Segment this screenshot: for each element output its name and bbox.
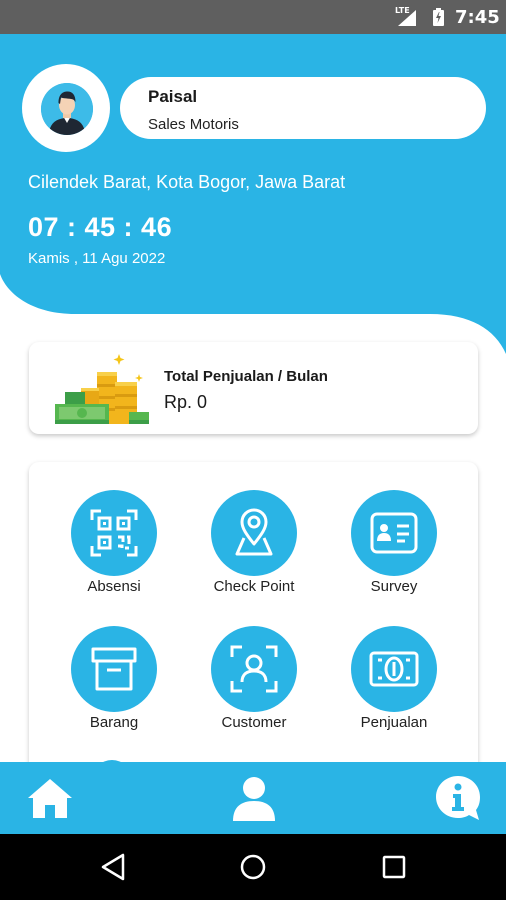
home-icon [28,779,72,818]
avatar[interactable] [41,83,93,135]
nav-home-button[interactable] [26,774,74,822]
sales-summary-card: Total Penjualan / Bulan Rp. 0 [29,342,478,434]
user-name: Paisal [148,87,198,106]
map-pin-icon [235,508,273,556]
system-back-button[interactable] [99,852,129,882]
user-role: Sales Motoris [148,116,239,133]
menu-item-check-point[interactable]: Check Point [189,490,319,610]
nav-profile-button[interactable] [230,774,278,822]
menu-label-barang: Barang [89,714,139,731]
money-stack-icon [55,354,149,424]
recents-square-icon [382,855,406,879]
menu-item-customer[interactable]: Customer [189,626,319,746]
customer-circle [211,626,297,712]
signal-icon [398,10,416,26]
survey-circle [351,490,437,576]
system-home-button[interactable] [238,852,268,882]
id-card-icon [370,512,418,554]
system-navigation-bar [0,834,506,900]
menu-label-penjualan: Penjualan [360,714,428,731]
status-time: 7:45 [455,7,500,28]
battery-charging-icon [433,8,444,26]
location-text: Cilendek Barat, Kota Bogor, Jawa Barat [28,172,346,192]
menu-label-absensi: Absensi [87,578,141,595]
absensi-circle [71,490,157,576]
barang-circle [71,626,157,712]
status-bar: LTE 7:45 [0,0,506,34]
user-info-card: Paisal Sales Motoris [120,77,486,139]
archive-box-icon [91,647,137,691]
system-recents-button[interactable] [379,852,409,882]
menu-label-check-point: Check Point [213,578,295,595]
back-triangle-icon [101,853,125,881]
info-icon [436,776,480,820]
profile-icon [233,777,275,821]
bottom-navigation [0,762,506,834]
clock: 07 : 45 : 46 [28,212,173,242]
menu-item-absensi[interactable]: Absensi [49,490,179,610]
sales-value: Rp. 0 [164,392,208,412]
user-scan-icon [230,645,278,693]
menu-label-customer: Customer [221,714,287,731]
nav-info-button[interactable] [434,774,482,822]
menu-item-penjualan[interactable]: Penjualan [329,626,459,746]
sales-title: Total Penjualan / Bulan [164,368,328,385]
penjualan-circle [351,626,437,712]
menu-item-barang[interactable]: Barang [49,626,179,746]
menu-item-survey[interactable]: Survey [329,490,459,610]
menu-label-survey: Survey [370,578,418,595]
user-avatar-icon [41,83,93,135]
check-point-circle [211,490,297,576]
qr-code-icon [90,509,138,557]
banknote-icon [369,651,419,687]
menu-grid-card: Absensi Check Point Survey Barang Custom… [29,462,478,782]
date-text: Kamis , 11 Agu 2022 [28,250,166,267]
home-circle-icon [240,854,266,880]
